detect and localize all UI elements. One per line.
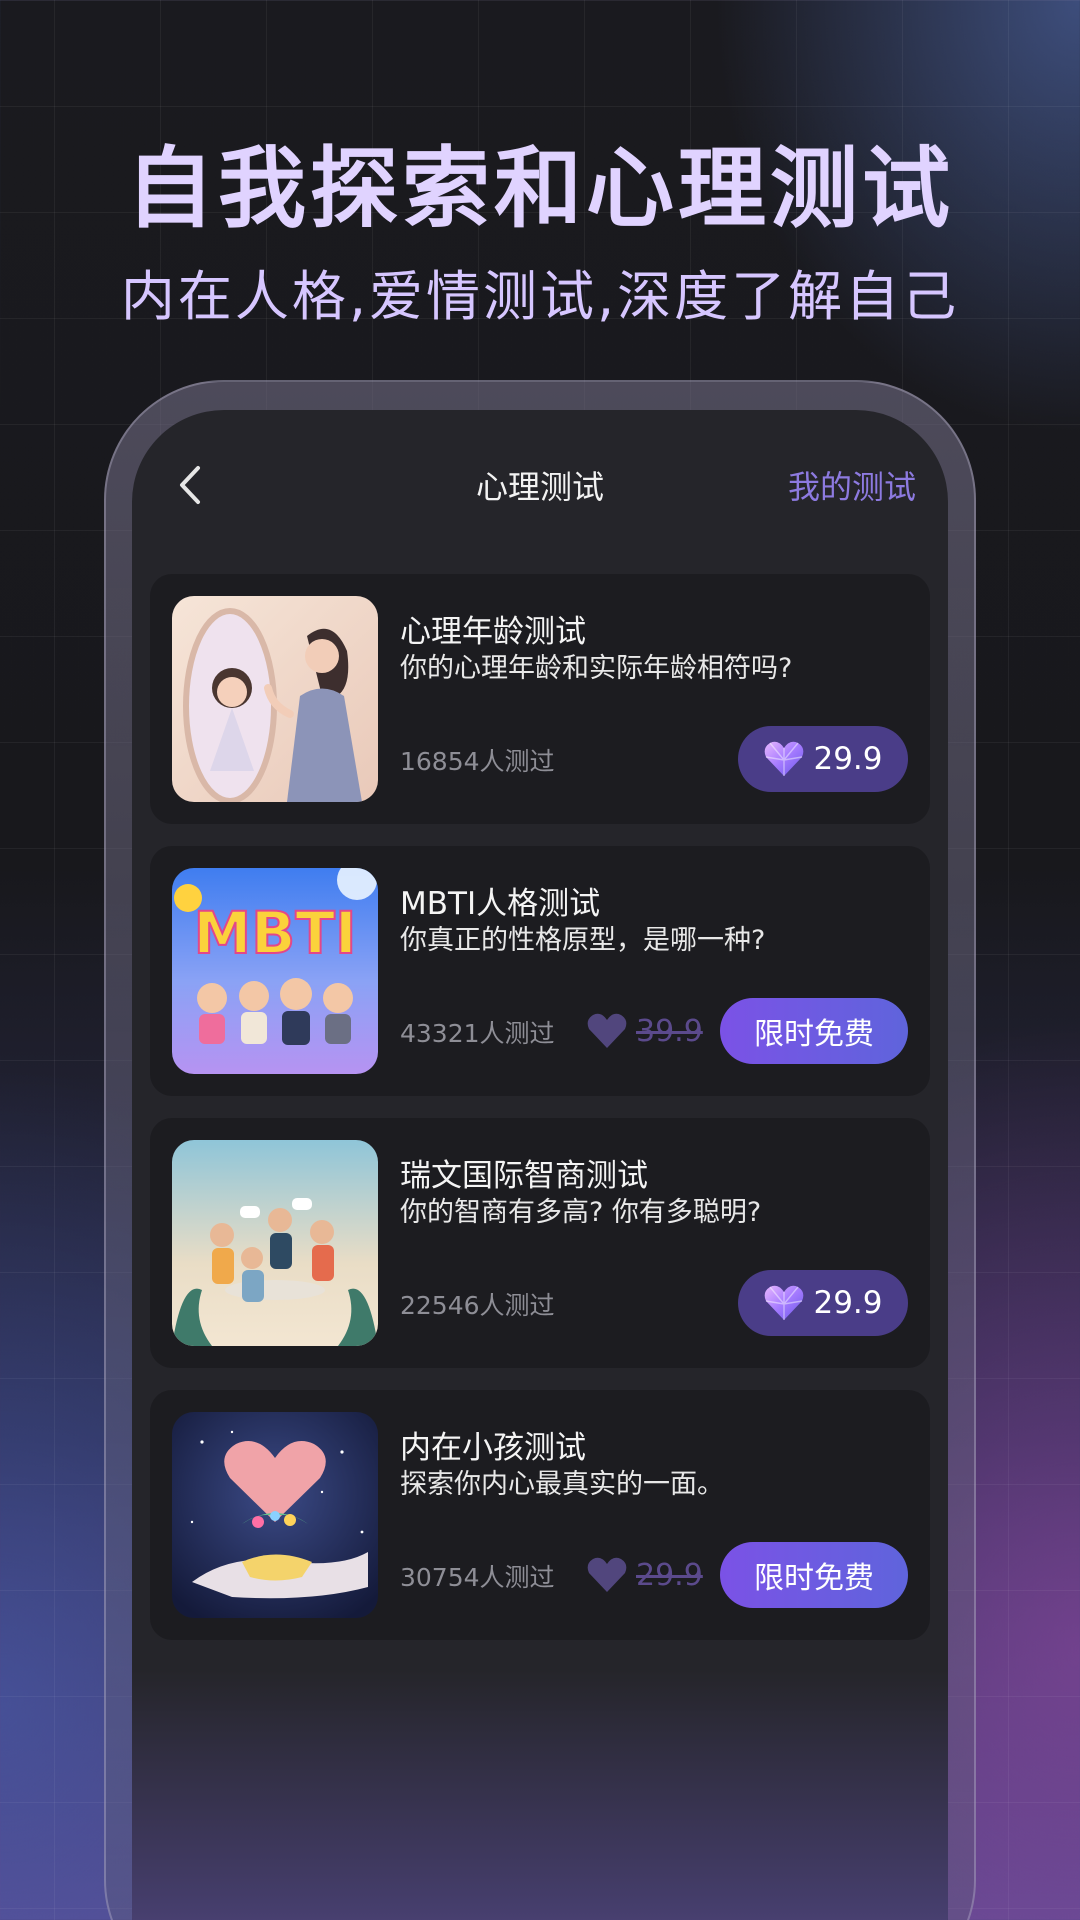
original-price: 29.9 xyxy=(586,1545,703,1605)
test-title: 内在小孩测试 xyxy=(400,1430,586,1466)
test-card[interactable]: 内在小孩测试 探索你内心最真实的一面。 30754人测过 29.9 限时免费 xyxy=(150,1390,930,1640)
heart-gem-icon xyxy=(765,1285,804,1320)
group-meeting-illustration xyxy=(172,1140,378,1346)
my-tests-link[interactable]: 我的测试 xyxy=(788,462,916,508)
mirror-girl-illustration xyxy=(172,596,378,802)
phone-screen: 心理测试 我的测试 心理年龄测试 你的心理年龄和实际年龄相符吗? 16854人测… xyxy=(132,410,948,1920)
test-thumbnail xyxy=(172,1140,378,1346)
price-value: 29.9 xyxy=(813,1285,883,1321)
heart-in-hands-illustration xyxy=(172,1412,378,1618)
mbti-characters-illustration: MBTI xyxy=(172,868,378,1074)
test-description: 你的心理年龄和实际年龄相符吗? xyxy=(400,653,793,684)
test-description: 你的智商有多高? 你有多聪明? xyxy=(400,1197,762,1228)
original-price: 39.9 xyxy=(586,1001,703,1061)
free-button[interactable]: 限时免费 xyxy=(720,998,908,1064)
test-thumbnail xyxy=(172,596,378,802)
price-button[interactable]: 29.9 xyxy=(738,1270,908,1336)
test-count: 16854人测过 xyxy=(400,747,555,776)
test-card[interactable]: 心理年龄测试 你的心理年龄和实际年龄相符吗? 16854人测过 29.9 xyxy=(150,574,930,824)
heart-gem-icon xyxy=(587,1013,627,1048)
test-title: MBTI人格测试 xyxy=(400,886,601,922)
test-count: 30754人测过 xyxy=(400,1563,555,1592)
test-title: 心理年龄测试 xyxy=(400,614,586,650)
test-thumbnail: MBTI xyxy=(172,868,378,1074)
original-price-value: 29.9 xyxy=(636,1557,703,1593)
test-description: 你真正的性格原型，是哪一种? xyxy=(400,925,766,956)
test-list: 心理年龄测试 你的心理年龄和实际年龄相符吗? 16854人测过 29.9 MBT… xyxy=(150,574,930,1662)
test-title: 瑞文国际智商测试 xyxy=(400,1158,648,1194)
hero-title: 自我探索和心理测试 xyxy=(125,136,954,240)
price-button[interactable]: 29.9 xyxy=(738,726,908,792)
price-value: 29.9 xyxy=(813,741,883,777)
test-card[interactable]: 瑞文国际智商测试 你的智商有多高? 你有多聪明? 22546人测过 29.9 xyxy=(150,1118,930,1368)
hero-subtitle: 内在人格,爱情测试,深度了解自己 xyxy=(120,265,960,328)
mbti-thumb-text: MBTI xyxy=(193,899,356,967)
test-description: 探索你内心最真实的一面。 xyxy=(400,1469,724,1500)
heart-gem-icon xyxy=(587,1557,627,1592)
original-price-value: 39.9 xyxy=(636,1013,703,1049)
free-button[interactable]: 限时免费 xyxy=(720,1542,908,1608)
heart-gem-icon xyxy=(765,741,804,776)
test-thumbnail xyxy=(172,1412,378,1618)
screen-bottom-fade xyxy=(132,1670,948,1920)
test-count: 22546人测过 xyxy=(400,1291,555,1320)
test-card[interactable]: MBTI MBTI人格测试 你真正的性格原型，是哪一种? 43321人测过 39… xyxy=(150,846,930,1096)
test-count: 43321人测过 xyxy=(400,1019,555,1048)
